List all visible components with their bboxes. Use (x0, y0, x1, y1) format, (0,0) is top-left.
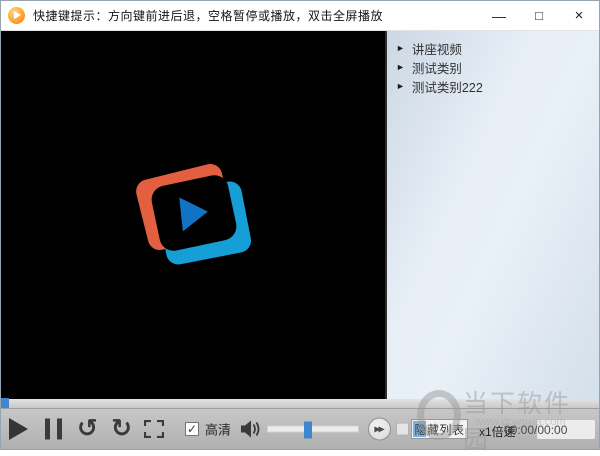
volume-handle[interactable] (304, 422, 312, 439)
maximize-button[interactable]: □ (519, 1, 559, 30)
volume-slider[interactable] (267, 426, 359, 433)
speaker-icon (240, 420, 263, 439)
hd-label: 高清 (205, 420, 231, 439)
main-area: ► 讲座视频 ► 测试类别 ► 测试类别222 (1, 31, 599, 399)
speed-forward-button[interactable]: ▶▶ (368, 418, 391, 441)
close-button[interactable]: × (559, 1, 599, 30)
window-controls: — □ × (479, 1, 599, 30)
seek-bar[interactable] (1, 399, 599, 408)
fullscreen-button[interactable] (144, 420, 164, 438)
tree-item-label: 测试类别 (412, 58, 462, 77)
control-bar: ↺ ↻ ✓ 高清 ▶▶ 隐藏列表 x1倍速 0 (1, 408, 599, 449)
expand-arrow-icon[interactable]: ► (396, 82, 405, 91)
rotate-cw-button[interactable]: ↻ (111, 417, 132, 442)
titlebar: 快捷键提示：方向键前进后退，空格暂停或播放，双击全屏播放 — □ × (1, 1, 599, 31)
sidebar-item-test-category-222[interactable]: ► 测试类别222 (387, 77, 599, 96)
play-button[interactable] (9, 418, 28, 440)
player-window: 快捷键提示：方向键前进后退，空格暂停或播放，双击全屏播放 — □ × ► 讲座视… (0, 0, 600, 450)
tree-item-label: 测试类别222 (412, 77, 483, 96)
mini-track-box[interactable] (396, 423, 409, 436)
logo-play-icon (179, 195, 209, 232)
shortcut-hint-text: 快捷键提示：方向键前进后退，空格暂停或播放，双击全屏播放 (33, 7, 383, 24)
expand-arrow-icon[interactable]: ► (396, 63, 405, 72)
hide-list-label: 隐藏列表 (414, 421, 464, 438)
tree-item-label: 讲座视频 (412, 39, 462, 58)
fullscreen-brackets-icon (144, 420, 164, 438)
expand-arrow-icon[interactable]: ► (396, 44, 405, 53)
playlist-sidebar: ► 讲座视频 ► 测试类别 ► 测试类别222 (385, 31, 599, 399)
minimize-button[interactable]: — (479, 1, 519, 30)
player-logo (135, 163, 251, 267)
app-play-circle-icon (8, 7, 25, 24)
sidebar-item-test-category[interactable]: ► 测试类别 (387, 58, 599, 77)
speed-time-group: x1倍速 00:00/00:00 (477, 409, 599, 450)
volume-icon[interactable] (240, 420, 263, 439)
hide-list-button[interactable]: 隐藏列表 (411, 419, 468, 439)
rotate-ccw-button[interactable]: ↺ (77, 417, 98, 442)
pause-bar-icon (57, 419, 62, 440)
hd-checkbox[interactable]: ✓ (185, 422, 199, 436)
pause-button[interactable] (45, 419, 62, 440)
video-screen[interactable] (1, 31, 385, 399)
sidebar-item-lecture-videos[interactable]: ► 讲座视频 (387, 39, 599, 58)
pause-bar-icon (45, 419, 50, 440)
time-display: 00:00/00:00 (504, 423, 567, 437)
